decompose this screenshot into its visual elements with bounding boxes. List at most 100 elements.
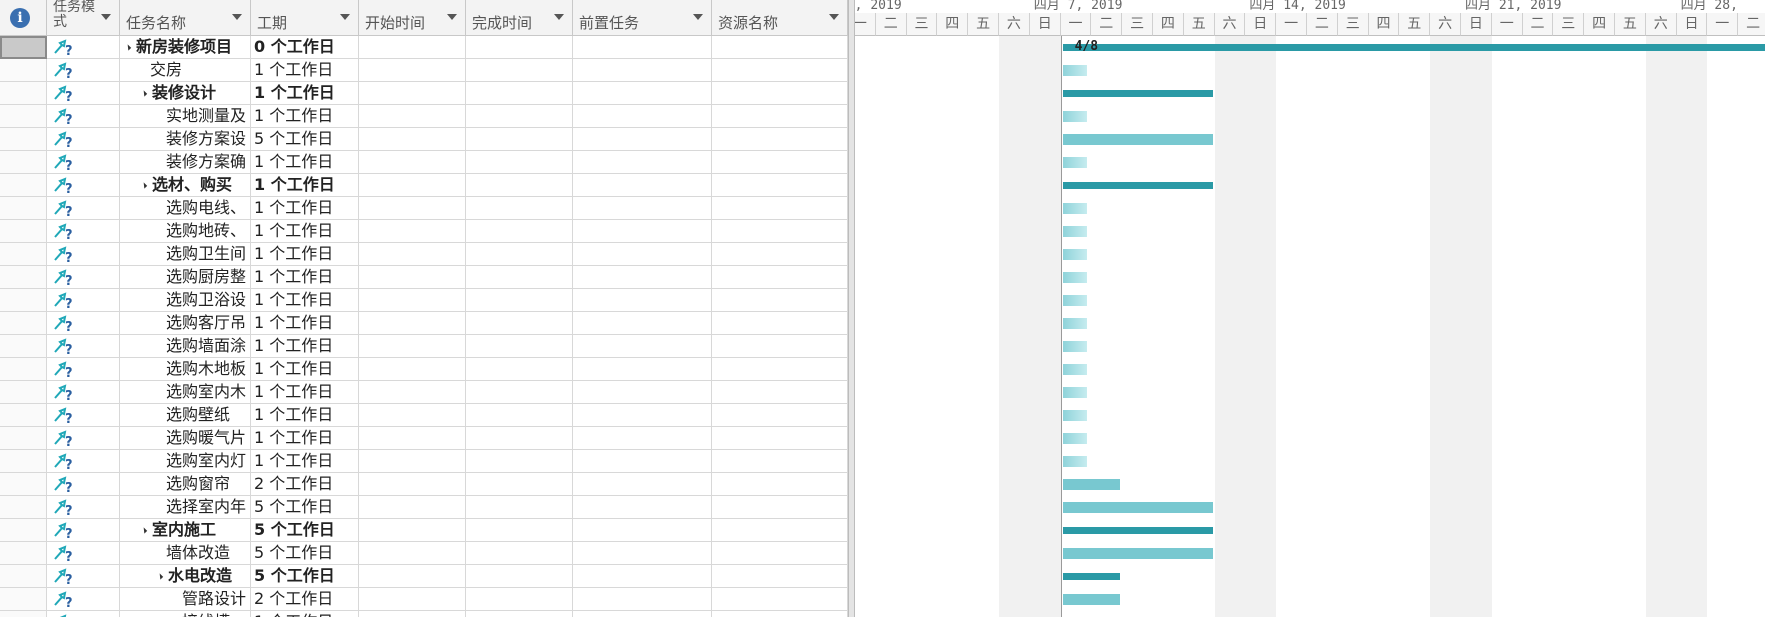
task-name-cell[interactable]: 选购电线、 bbox=[120, 197, 251, 220]
start-cell[interactable] bbox=[359, 519, 466, 542]
task-mode-cell[interactable]: ? bbox=[47, 496, 120, 519]
finish-cell[interactable] bbox=[466, 312, 573, 335]
duration-cell[interactable]: 5 个工作日 bbox=[251, 565, 359, 588]
summary-task-bar[interactable] bbox=[1062, 90, 1213, 97]
start-cell[interactable] bbox=[359, 496, 466, 519]
task-name-cell[interactable]: 选购暖气片 bbox=[120, 427, 251, 450]
duration-cell[interactable]: 1 个工作日 bbox=[251, 404, 359, 427]
task-mode-cell[interactable]: ? bbox=[47, 128, 120, 151]
table-row[interactable]: ? 装修方案设 5 个工作日 bbox=[0, 128, 848, 151]
table-row[interactable]: ? 选购地砖、 1 个工作日 bbox=[0, 220, 848, 243]
task-bar[interactable] bbox=[1062, 295, 1087, 306]
predecessors-cell[interactable] bbox=[573, 197, 712, 220]
row-indicator-cell[interactable] bbox=[0, 197, 47, 220]
task-name-cell[interactable]: 选购客厅吊 bbox=[120, 312, 251, 335]
task-mode-cell[interactable]: ? bbox=[47, 611, 120, 617]
collapse-triangle-icon[interactable] bbox=[124, 44, 132, 51]
task-mode-cell[interactable]: ? bbox=[47, 312, 120, 335]
predecessors-cell[interactable] bbox=[573, 151, 712, 174]
resources-cell[interactable] bbox=[712, 611, 848, 617]
start-cell[interactable] bbox=[359, 450, 466, 473]
start-cell[interactable] bbox=[359, 611, 466, 617]
finish-cell[interactable] bbox=[466, 82, 573, 105]
chevron-down-icon[interactable] bbox=[829, 14, 839, 20]
task-name-cell[interactable]: 选购窗帘 bbox=[120, 473, 251, 496]
table-row[interactable]: ? 新房装修项目 0 个工作日 bbox=[0, 36, 848, 59]
duration-cell[interactable]: 1 个工作日 bbox=[251, 381, 359, 404]
start-cell[interactable] bbox=[359, 266, 466, 289]
predecessors-cell[interactable] bbox=[573, 404, 712, 427]
duration-cell[interactable]: 1 个工作日 bbox=[251, 243, 359, 266]
resources-cell[interactable] bbox=[712, 358, 848, 381]
finish-cell[interactable] bbox=[466, 220, 573, 243]
finish-cell[interactable] bbox=[466, 611, 573, 617]
finish-cell[interactable] bbox=[466, 404, 573, 427]
resources-cell[interactable] bbox=[712, 266, 848, 289]
duration-cell[interactable]: 1 个工作日 bbox=[251, 151, 359, 174]
task-bar[interactable] bbox=[1062, 479, 1121, 490]
table-row[interactable]: ? 选购厨房整 1 个工作日 bbox=[0, 266, 848, 289]
row-indicator-cell[interactable] bbox=[0, 588, 47, 611]
task-name-cell[interactable]: 新房装修项目 bbox=[120, 36, 251, 59]
predecessors-cell[interactable] bbox=[573, 243, 712, 266]
finish-cell[interactable] bbox=[466, 266, 573, 289]
resources-cell[interactable] bbox=[712, 404, 848, 427]
row-indicator-cell[interactable] bbox=[0, 82, 47, 105]
summary-task-bar[interactable] bbox=[1062, 44, 1765, 51]
row-indicator-cell[interactable] bbox=[0, 266, 47, 289]
row-indicator-cell[interactable] bbox=[0, 59, 47, 82]
start-cell[interactable] bbox=[359, 427, 466, 450]
start-cell[interactable] bbox=[359, 565, 466, 588]
finish-cell[interactable] bbox=[466, 335, 573, 358]
task-bar[interactable] bbox=[1062, 502, 1213, 513]
table-row[interactable]: ? 墙体改造 5 个工作日 bbox=[0, 542, 848, 565]
table-row[interactable]: ? 选购木地板 1 个工作日 bbox=[0, 358, 848, 381]
finish-cell[interactable] bbox=[466, 105, 573, 128]
task-mode-cell[interactable]: ? bbox=[47, 542, 120, 565]
task-bar[interactable] bbox=[1062, 318, 1087, 329]
predecessors-cell[interactable] bbox=[573, 128, 712, 151]
table-row[interactable]: ? 选购卫生间 1 个工作日 bbox=[0, 243, 848, 266]
start-cell[interactable] bbox=[359, 59, 466, 82]
collapse-triangle-icon[interactable] bbox=[140, 527, 148, 534]
duration-cell[interactable]: 1 个工作日 bbox=[251, 450, 359, 473]
predecessors-cell[interactable] bbox=[573, 220, 712, 243]
task-name-cell[interactable]: 选购壁纸 bbox=[120, 404, 251, 427]
task-bar[interactable] bbox=[1062, 548, 1213, 559]
task-name-cell[interactable]: 选购厨房整 bbox=[120, 266, 251, 289]
resources-cell[interactable] bbox=[712, 151, 848, 174]
chevron-down-icon[interactable] bbox=[101, 14, 111, 20]
task-mode-cell[interactable]: ? bbox=[47, 473, 120, 496]
predecessors-cell[interactable] bbox=[573, 266, 712, 289]
finish-cell[interactable] bbox=[466, 381, 573, 404]
task-mode-cell[interactable]: ? bbox=[47, 427, 120, 450]
task-mode-cell[interactable]: ? bbox=[47, 105, 120, 128]
finish-cell[interactable] bbox=[466, 519, 573, 542]
task-mode-cell[interactable]: ? bbox=[47, 174, 120, 197]
task-mode-cell[interactable]: ? bbox=[47, 243, 120, 266]
task-mode-cell[interactable]: ? bbox=[47, 450, 120, 473]
predecessors-cell[interactable] bbox=[573, 312, 712, 335]
start-cell[interactable] bbox=[359, 128, 466, 151]
summary-task-bar[interactable] bbox=[1062, 573, 1121, 580]
predecessors-cell[interactable] bbox=[573, 36, 712, 59]
task-name-cell[interactable]: 接线槽 bbox=[120, 611, 251, 617]
start-cell[interactable] bbox=[359, 151, 466, 174]
duration-cell[interactable]: 1 个工作日 bbox=[251, 427, 359, 450]
task-name-cell[interactable]: 装修设计 bbox=[120, 82, 251, 105]
table-row[interactable]: ? 选材、购买 1 个工作日 bbox=[0, 174, 848, 197]
task-bar[interactable] bbox=[1062, 387, 1087, 398]
finish-cell[interactable] bbox=[466, 565, 573, 588]
finish-cell[interactable] bbox=[466, 289, 573, 312]
table-row[interactable]: ? 选购客厅吊 1 个工作日 bbox=[0, 312, 848, 335]
row-indicator-cell[interactable] bbox=[0, 404, 47, 427]
table-row[interactable]: ? 选购壁纸 1 个工作日 bbox=[0, 404, 848, 427]
collapse-triangle-icon[interactable] bbox=[156, 573, 164, 580]
duration-cell[interactable]: 1 个工作日 bbox=[251, 611, 359, 617]
indicators-column-header[interactable]: i bbox=[0, 0, 47, 36]
duration-cell[interactable]: 5 个工作日 bbox=[251, 542, 359, 565]
duration-cell[interactable]: 2 个工作日 bbox=[251, 588, 359, 611]
predecessors-cell[interactable] bbox=[573, 174, 712, 197]
table-row[interactable]: ? 选购暖气片 1 个工作日 bbox=[0, 427, 848, 450]
table-row[interactable]: ? 选购卫浴设 1 个工作日 bbox=[0, 289, 848, 312]
